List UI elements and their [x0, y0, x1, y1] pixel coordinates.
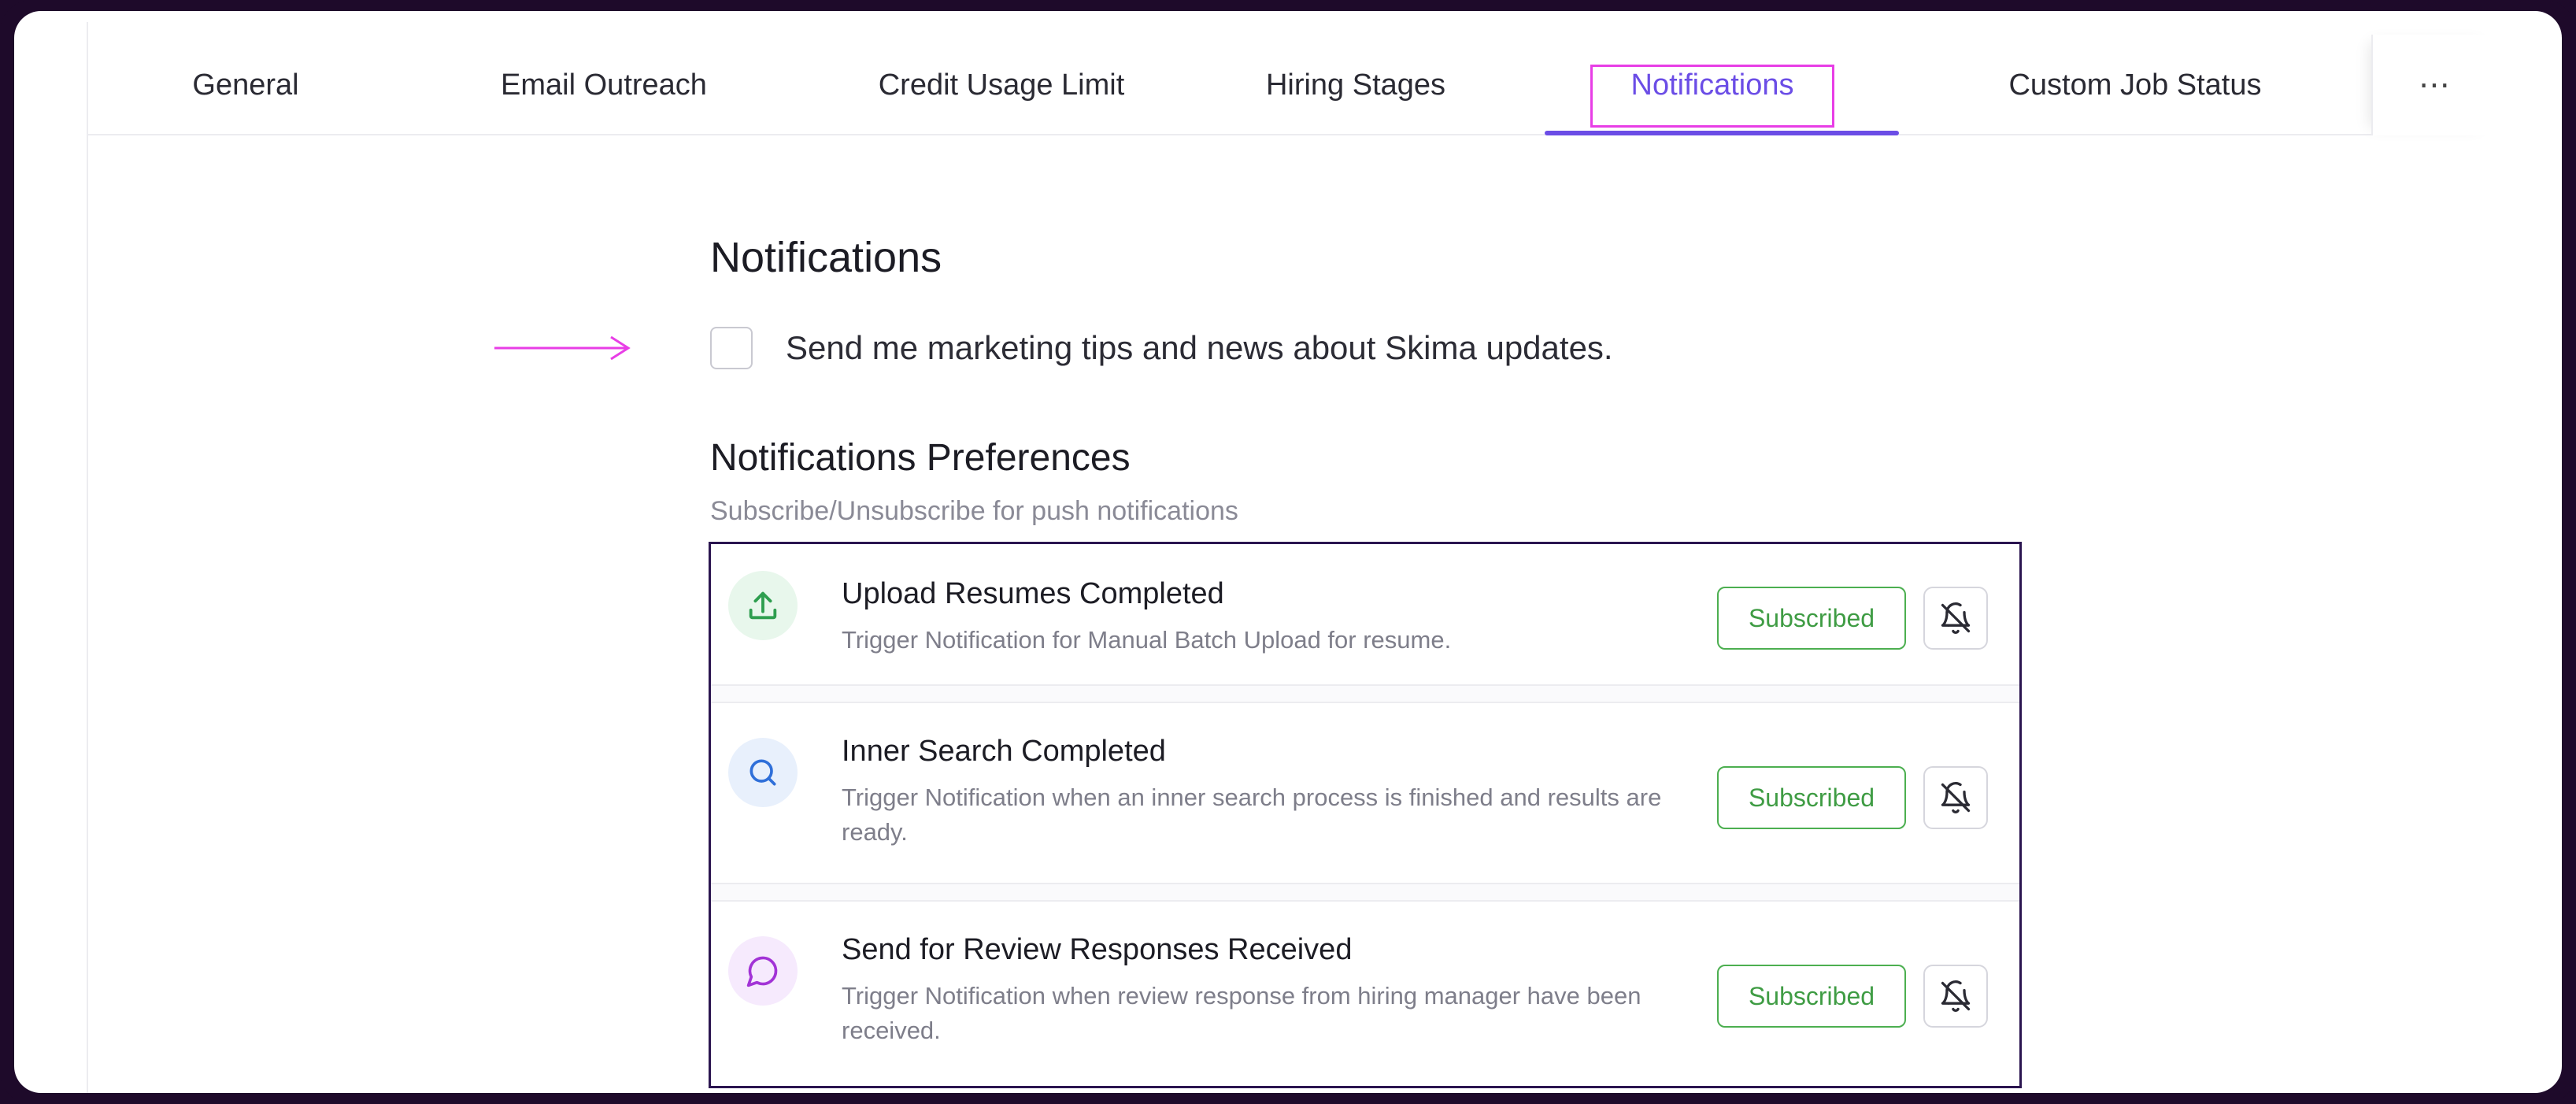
- search-icon: [728, 738, 798, 807]
- marketing-opt-in-row: Send me marketing tips and news about Sk…: [710, 324, 1613, 372]
- upload-icon: [728, 571, 798, 640]
- notification-description: Trigger Notification when review respons…: [842, 982, 1641, 1044]
- notification-title: Upload Resumes Completed: [842, 577, 1224, 610]
- preferences-subtitle: Subscribe/Unsubscribe for push notificat…: [710, 496, 1238, 526]
- subscribed-button[interactable]: Subscribed: [1717, 965, 1906, 1028]
- tab-general[interactable]: General: [175, 35, 316, 135]
- list-divider: [711, 883, 2019, 902]
- bell-off-icon: [1941, 782, 1971, 813]
- mute-notification-button[interactable]: [1923, 587, 1988, 650]
- notification-item: Send for Review Responses Received Trigg…: [711, 902, 2019, 1086]
- marketing-checkbox-label: Send me marketing tips and news about Sk…: [786, 329, 1613, 366]
- notification-description: Trigger Notification for Manual Batch Up…: [842, 626, 1452, 654]
- tab-email-outreach[interactable]: Email Outreach: [474, 35, 734, 135]
- notification-description: Trigger Notification when an inner searc…: [842, 784, 1662, 846]
- notification-item: Upload Resumes Completed Trigger Notific…: [711, 544, 2019, 684]
- bell-off-icon: [1941, 602, 1971, 634]
- tab-custom-job-status[interactable]: Custom Job Status: [1986, 35, 2285, 135]
- page-title: Notifications: [710, 234, 942, 281]
- preferences-title: Notifications Preferences: [710, 437, 1131, 479]
- bell-off-icon: [1941, 980, 1971, 1012]
- subscribed-button[interactable]: Subscribed: [1717, 766, 1906, 829]
- notification-preferences-list: Upload Resumes Completed Trigger Notific…: [709, 542, 2022, 1088]
- notification-title: Inner Search Completed: [842, 735, 1166, 768]
- annotation-arrow-icon: [494, 335, 631, 361]
- tab-highlight-box: [1590, 65, 1834, 128]
- settings-tabbar: General Email Outreach Credit Usage Limi…: [88, 35, 2497, 135]
- marketing-checkbox[interactable]: [710, 327, 753, 369]
- mute-notification-button[interactable]: [1923, 766, 1988, 829]
- list-divider: [711, 684, 2019, 703]
- notification-item: Inner Search Completed Trigger Notificat…: [711, 703, 2019, 883]
- tab-hiring-stages[interactable]: Hiring Stages: [1222, 35, 1490, 135]
- settings-panel: General Email Outreach Credit Usage Limi…: [87, 22, 2497, 1093]
- chat-icon: [728, 936, 798, 1006]
- app-screen: General Email Outreach Credit Usage Limi…: [14, 11, 2562, 1093]
- subscribed-button[interactable]: Subscribed: [1717, 587, 1906, 650]
- mute-notification-button[interactable]: [1923, 965, 1988, 1028]
- notification-title: Send for Review Responses Received: [842, 933, 1353, 966]
- tab-credit-usage-limit[interactable]: Credit Usage Limit: [836, 35, 1167, 135]
- device-frame: General Email Outreach Credit Usage Limi…: [0, 0, 2576, 1104]
- more-tabs-button[interactable]: ⋯: [2371, 35, 2497, 135]
- active-tab-indicator: [1545, 131, 1899, 135]
- ellipsis-icon: ⋯: [2419, 68, 2452, 102]
